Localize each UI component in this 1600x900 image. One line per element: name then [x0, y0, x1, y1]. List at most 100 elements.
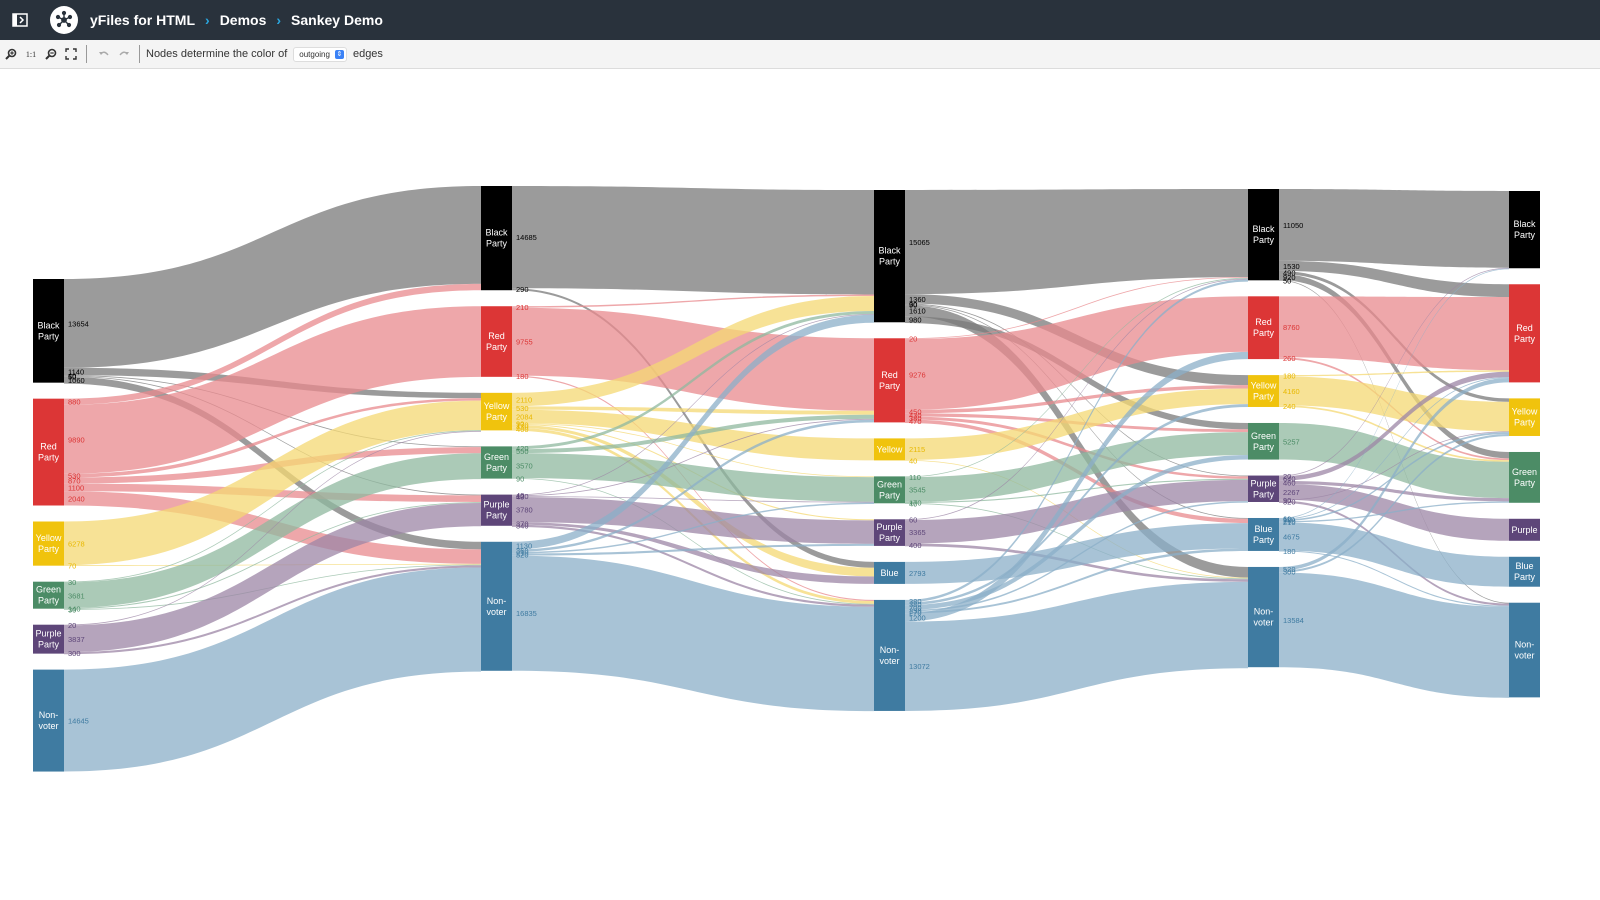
flow-label: 13072 — [909, 662, 930, 671]
redo-button[interactable] — [115, 44, 133, 64]
node-c1_non[interactable]: Non-voter — [481, 541, 512, 671]
node-c0_non[interactable]: Non-voter — [33, 669, 64, 772]
node-c0_green[interactable]: GreenParty — [33, 581, 64, 609]
flow-label: 300 — [1283, 568, 1296, 577]
flow-c1_green-to-c2_green[interactable] — [512, 453, 874, 502]
flow-label: 30 — [68, 605, 76, 614]
flow-c2_black-to-c3_black[interactable] — [905, 189, 1248, 295]
node-c3_yellow[interactable]: YellowParty — [1248, 375, 1279, 407]
node-c3_red[interactable]: RedParty — [1248, 296, 1279, 360]
flow-c1_black-to-c2_black[interactable] — [512, 186, 874, 295]
flow-c3_non-to-c4_non[interactable] — [1279, 572, 1509, 698]
node-c4_yellow[interactable]: YellowParty — [1509, 398, 1540, 436]
node-label: Party — [1514, 418, 1536, 428]
node-c0_purple[interactable]: PurpleParty — [33, 624, 64, 654]
flow-label: 50 — [1283, 276, 1291, 285]
flow-c3_red-to-c4_red[interactable] — [1279, 296, 1509, 371]
flow-label: 13654 — [68, 319, 89, 328]
sankey-diagram[interactable]: BlackPartyRedPartyYellowPartyGreenPartyP… — [0, 69, 1600, 900]
node-c4_purple[interactable]: Purple — [1509, 518, 1540, 541]
node-c0_yellow[interactable]: YellowParty — [33, 521, 64, 566]
node-label: Party — [1253, 535, 1275, 545]
flow-label: 3545 — [909, 486, 926, 495]
node-c4_black[interactable]: BlackParty — [1509, 191, 1540, 269]
node-c2_black[interactable]: BlackParty — [874, 190, 905, 323]
node-c0_black[interactable]: BlackParty — [33, 279, 64, 383]
node-c2_red[interactable]: RedParty — [874, 338, 905, 423]
flow-label: 260 — [1283, 354, 1296, 363]
node-label: Party — [879, 490, 901, 500]
node-label: Party — [1514, 334, 1536, 344]
flow-label: 14645 — [68, 717, 89, 726]
node-c3_green[interactable]: GreenParty — [1248, 422, 1279, 460]
node-c4_green[interactable]: GreenParty — [1509, 451, 1540, 503]
color-mode-value: outgoing — [299, 49, 330, 59]
node-c0_red[interactable]: RedParty — [33, 398, 64, 506]
fit-icon — [65, 48, 77, 60]
node-label: Red — [40, 442, 57, 452]
node-label: Party — [1253, 489, 1275, 499]
node-c2_non[interactable]: Non-voter — [874, 599, 905, 711]
flow-label: 180 — [1283, 547, 1296, 556]
node-label: Black — [37, 320, 60, 330]
node-c2_blue[interactable]: Blue — [874, 561, 905, 584]
breadcrumb-yfiles[interactable]: yFiles for HTML — [90, 12, 195, 28]
node-label: Party — [38, 544, 60, 554]
color-mode-select[interactable]: outgoing ⇕ — [293, 46, 347, 62]
flow-label: 4160 — [1283, 387, 1300, 396]
node-c3_blue[interactable]: BlueParty — [1248, 517, 1279, 551]
node-label: voter — [38, 721, 58, 731]
node-label: Party — [1514, 478, 1536, 488]
flow-label: 2793 — [909, 569, 926, 578]
zoom-in-button[interactable] — [2, 44, 20, 64]
flow-label: 8760 — [1283, 323, 1300, 332]
flow-c3_black-to-c4_black[interactable] — [1279, 189, 1509, 268]
node-label: Black — [485, 228, 508, 238]
node-label: Purple — [876, 522, 902, 532]
flow-label: 210 — [1283, 518, 1296, 527]
node-c3_black[interactable]: BlackParty — [1248, 189, 1279, 281]
breadcrumb-sankey-demo: Sankey Demo — [291, 12, 383, 28]
flow-label: 980 — [909, 316, 922, 325]
sidebar-toggle-button[interactable] — [0, 0, 40, 40]
flow-label: 3365 — [909, 528, 926, 537]
flow-label: 460 — [516, 425, 529, 434]
node-c2_green[interactable]: GreenParty — [874, 476, 905, 504]
node-c3_non[interactable]: Non-voter — [1248, 566, 1279, 668]
node-c4_blue[interactable]: BlueParty — [1509, 556, 1540, 587]
node-c1_black[interactable]: BlackParty — [481, 186, 512, 291]
node-label: voter — [486, 607, 506, 617]
node-c1_purple[interactable]: PurpleParty — [481, 494, 512, 526]
breadcrumb-demos[interactable]: Demos — [220, 12, 267, 28]
node-label: Party — [879, 257, 901, 267]
node-label: Non- — [880, 645, 900, 655]
flow-label: 320 — [1283, 498, 1296, 507]
flow-label: 6278 — [68, 539, 85, 548]
node-c3_purple[interactable]: PurpleParty — [1248, 475, 1279, 502]
node-c1_green[interactable]: GreenParty — [481, 446, 512, 479]
node-label: Party — [38, 453, 60, 463]
flow-label: 3570 — [516, 462, 533, 471]
zoom-reset-button[interactable]: 1:1 — [22, 44, 40, 64]
node-c1_red[interactable]: RedParty — [481, 306, 512, 377]
fit-content-button[interactable] — [62, 44, 80, 64]
node-label: Blue — [1254, 524, 1272, 534]
flow-label: 1060 — [68, 376, 85, 385]
node-c1_yellow[interactable]: YellowParty — [481, 392, 512, 431]
node-c4_non[interactable]: Non-voter — [1509, 602, 1540, 698]
flow-label: 14685 — [516, 233, 537, 242]
node-label: Party — [879, 533, 901, 543]
node-label: Non- — [1254, 607, 1274, 617]
zoom-out-button[interactable] — [42, 44, 60, 64]
chevron-right-icon: › — [205, 12, 210, 28]
node-label: Party — [486, 511, 508, 521]
node-c2_purple[interactable]: PurpleParty — [874, 519, 905, 546]
yfiles-logo[interactable] — [50, 6, 78, 34]
flow-label: 20 — [68, 621, 76, 630]
toolbar: 1:1 Nodes determine the color of outgoin… — [0, 40, 1600, 69]
undo-button[interactable] — [95, 44, 113, 64]
node-label: Party — [38, 331, 60, 341]
node-c4_red[interactable]: RedParty — [1509, 284, 1540, 383]
node-c2_yellow[interactable]: Yellow — [874, 438, 905, 461]
flow-label: 4675 — [1283, 532, 1300, 541]
